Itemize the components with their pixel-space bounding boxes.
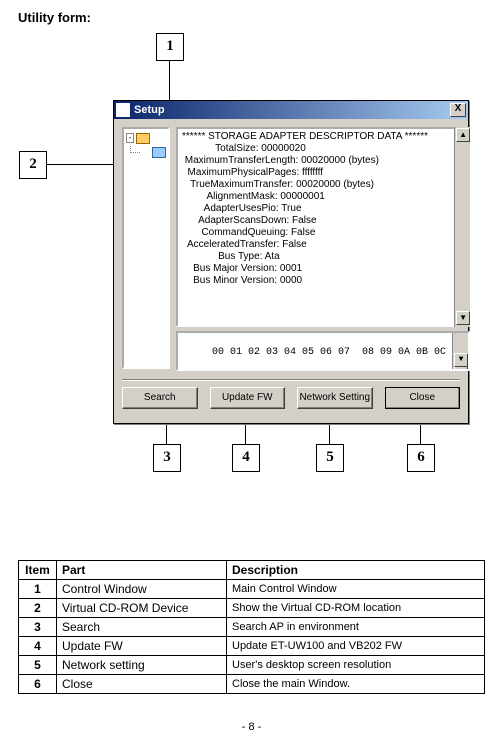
col-desc: Description: [227, 561, 485, 580]
table-row: 2 Virtual CD-ROM Device Show the Virtual…: [19, 599, 485, 618]
info-panel-wrap: ****** STORAGE ADAPTER DESCRIPTOR DATA *…: [176, 127, 470, 371]
titlebar[interactable]: Setup X: [114, 101, 468, 119]
scroll-down-icon[interactable]: ▼: [456, 311, 470, 325]
table-header-row: Item Part Description: [19, 561, 485, 580]
table-row: 6 Close Close the main Window.: [19, 675, 485, 694]
section-heading: Utility form:: [18, 10, 485, 25]
callout-5: 5: [316, 444, 344, 472]
callout-6: 6: [407, 444, 435, 472]
scroll-up-icon[interactable]: ▲: [456, 128, 470, 142]
hex-panel[interactable]: 00 01 02 03 04 05 06 07 08 09 0A 0B 0C 0…: [176, 331, 470, 371]
window-title: Setup: [134, 104, 165, 116]
scroll-down-icon[interactable]: ▼: [454, 353, 468, 367]
description-table: Item Part Description 1 Control Window M…: [18, 560, 485, 694]
hex-scrollbar[interactable]: ▲ ▼: [452, 333, 468, 369]
table-row: 3 Search Search AP in environment: [19, 618, 485, 637]
callout-2: 2: [19, 151, 47, 179]
network-setting-button[interactable]: Network Setting: [297, 387, 373, 409]
computer-icon: [136, 133, 150, 144]
col-part: Part: [57, 561, 227, 580]
info-panel[interactable]: ****** STORAGE ADAPTER DESCRIPTOR DATA *…: [176, 127, 470, 327]
separator: [122, 379, 460, 381]
drive-icon: [152, 147, 166, 158]
callout-4: 4: [232, 444, 260, 472]
setup-window: Setup X - ****** STORAGE ADAPTER DESCRIP…: [113, 100, 469, 424]
table-row: 1 Control Window Main Control Window: [19, 580, 485, 599]
callout-3: 3: [153, 444, 181, 472]
close-icon[interactable]: X: [450, 103, 466, 117]
app-icon: [116, 103, 130, 117]
hex-header: 00 01 02 03 04 05 06 07 08 09 0A 0B 0C 0…: [182, 347, 464, 358]
table-row: 4 Update FW Update ET-UW100 and VB202 FW: [19, 637, 485, 656]
device-tree[interactable]: -: [122, 127, 170, 369]
info-scrollbar[interactable]: ▲ ▼: [454, 127, 470, 327]
table-row: 5 Network setting User's desktop screen …: [19, 656, 485, 675]
col-item: Item: [19, 561, 57, 580]
callout-1: 1: [156, 33, 184, 61]
close-button[interactable]: Close: [385, 387, 461, 409]
tree-child[interactable]: [126, 145, 166, 159]
page-number: - 8 -: [0, 721, 503, 733]
tree-root[interactable]: -: [126, 131, 166, 145]
search-button[interactable]: Search: [122, 387, 198, 409]
update-fw-button[interactable]: Update FW: [210, 387, 286, 409]
